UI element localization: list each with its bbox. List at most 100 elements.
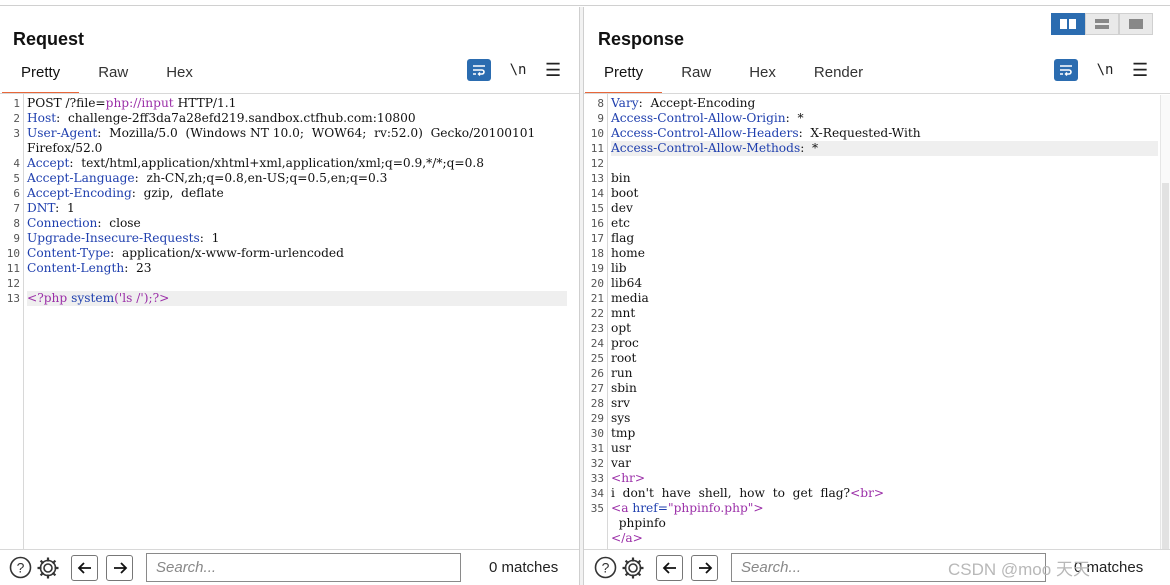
window-top-edge	[0, 0, 1170, 6]
request-code-line: 6 Accept-Encoding: gzip, deflate	[0, 186, 567, 201]
line-content: lib64	[611, 276, 643, 290]
line-number: 6	[13, 187, 20, 200]
request-code-line: 8 Connection: close	[0, 216, 567, 231]
settings-button[interactable]	[36, 556, 60, 580]
svg-text:?: ?	[601, 560, 609, 576]
previous-match-button[interactable]	[656, 554, 683, 581]
word-wrap-button[interactable]	[467, 59, 491, 81]
search-input[interactable]	[146, 553, 461, 582]
response-code-line: 26 run	[584, 366, 1158, 381]
response-tab-raw[interactable]: Raw	[662, 62, 730, 94]
line-number: 28	[590, 397, 604, 410]
line-number: 20	[590, 277, 604, 290]
request-bottom-bar: ? 0 matches	[0, 549, 579, 585]
line-number: 18	[590, 247, 604, 260]
request-tab-pretty[interactable]: Pretty	[2, 62, 80, 94]
line-number: 3	[13, 127, 20, 140]
response-lines: 8 Vary: Accept-Encoding 9 Access-Control-Al…	[584, 96, 1158, 546]
request-title: Request	[13, 29, 85, 49]
response-code-line: 13 bin	[584, 171, 1158, 186]
response-scrollbar[interactable]	[1160, 95, 1170, 549]
response-code-line: 12	[584, 156, 1158, 171]
request-tab-hex[interactable]: Hex	[147, 62, 212, 94]
response-toolbar: \n ☰	[1054, 59, 1148, 81]
line-content: User-Agent: Mozilla/5.0 (Windows NT 10.0…	[27, 126, 536, 140]
response-tab-pretty[interactable]: Pretty	[585, 62, 663, 94]
line-content: DNT: 1	[27, 201, 75, 215]
response-code-line: 10 Access-Control-Allow-Headers: X-Reques…	[584, 126, 1158, 141]
help-icon: ?	[9, 556, 31, 579]
layout-stacked-button[interactable]	[1085, 13, 1119, 35]
line-content: tmp	[611, 426, 636, 440]
arrow-left-icon	[662, 561, 676, 574]
line-number: 33	[590, 472, 604, 485]
line-content: sys	[611, 411, 631, 425]
response-code-line: </a>	[584, 531, 1158, 546]
hamburger-menu-icon[interactable]: ☰	[545, 61, 561, 79]
response-code-line: 20 lib64	[584, 276, 1158, 291]
line-content: run	[611, 366, 633, 380]
response-code-line: 15 dev	[584, 201, 1158, 216]
line-number: 8	[13, 217, 20, 230]
line-number: 24	[590, 337, 604, 350]
line-number: 10	[590, 127, 604, 140]
response-code-line: 23 opt	[584, 321, 1158, 336]
request-tab-raw[interactable]: Raw	[79, 62, 147, 94]
response-code-line: 25 root	[584, 351, 1158, 366]
line-content: opt	[611, 321, 632, 335]
response-code-line: 14 boot	[584, 186, 1158, 201]
wrap-icon	[1060, 65, 1072, 76]
line-number: 29	[590, 412, 604, 425]
line-content: Host: challenge-2ff3da7a28efd219.sandbox…	[27, 111, 416, 125]
show-newlines-button[interactable]: \n	[1095, 62, 1115, 78]
request-code-line: 7 DNT: 1	[0, 201, 567, 216]
word-wrap-button[interactable]	[1054, 59, 1078, 81]
response-tabs: Pretty Raw Hex Render	[585, 62, 882, 94]
line-content: home	[611, 246, 645, 260]
line-content: media	[611, 291, 649, 305]
line-content: mnt	[611, 306, 636, 320]
line-number: 25	[590, 352, 604, 365]
request-lines: 1 POST /?file=php://input HTTP/1.1 2 Host: …	[0, 96, 567, 306]
gear-icon	[622, 557, 644, 578]
response-editor[interactable]: 8 Vary: Accept-Encoding 9 Access-Control-Al…	[584, 94, 1170, 549]
line-number: 1	[13, 97, 20, 110]
next-match-button[interactable]	[691, 554, 718, 581]
response-code-line: 28 srv	[584, 396, 1158, 411]
search-input[interactable]	[731, 553, 1046, 582]
hamburger-menu-icon[interactable]: ☰	[1132, 61, 1148, 79]
line-content: Firefox/52.0	[27, 141, 103, 155]
response-tab-hex[interactable]: Hex	[730, 62, 795, 94]
show-newlines-button[interactable]: \n	[508, 62, 528, 78]
line-content: lib	[611, 261, 627, 275]
line-content: i don't have shell, how to get flag?<br>	[611, 486, 885, 500]
response-code-line: 31 usr	[584, 441, 1158, 456]
layout-side-by-side-button[interactable]	[1051, 13, 1085, 35]
previous-match-button[interactable]	[71, 554, 98, 581]
scrollbar-thumb[interactable]	[1162, 183, 1169, 549]
line-content: </a>	[611, 531, 643, 545]
line-number: 23	[590, 322, 604, 335]
line-content: dev	[611, 201, 633, 215]
response-tab-render[interactable]: Render	[795, 62, 882, 94]
line-number: 35	[590, 502, 604, 515]
response-code-line: 32 var	[584, 456, 1158, 471]
line-content: Accept-Encoding: gzip, deflate	[27, 186, 224, 200]
gear-icon	[37, 557, 59, 578]
request-code-line: 4 Accept: text/html,application/xhtml+xml…	[0, 156, 567, 171]
response-code-line: 18 home	[584, 246, 1158, 261]
request-code-line: 9 Upgrade-Insecure-Requests: 1	[0, 231, 567, 246]
match-count: 0 matches	[1074, 559, 1144, 576]
request-editor[interactable]: 1 POST /?file=php://input HTTP/1.1 2 Host: …	[0, 94, 579, 549]
line-number: 12	[590, 157, 604, 170]
line-content: Access-Control-Allow-Headers: X-Requeste…	[611, 126, 921, 140]
settings-button[interactable]	[621, 556, 645, 580]
help-button[interactable]: ?	[593, 556, 617, 580]
layout-single-button[interactable]	[1119, 13, 1153, 35]
help-button[interactable]: ?	[8, 556, 32, 580]
response-bottom-bar: ? 0 matches	[584, 549, 1170, 585]
response-code-line: 24 proc	[584, 336, 1158, 351]
line-number: 13	[590, 172, 604, 185]
response-code-line: 17 flag	[584, 231, 1158, 246]
next-match-button[interactable]	[106, 554, 133, 581]
